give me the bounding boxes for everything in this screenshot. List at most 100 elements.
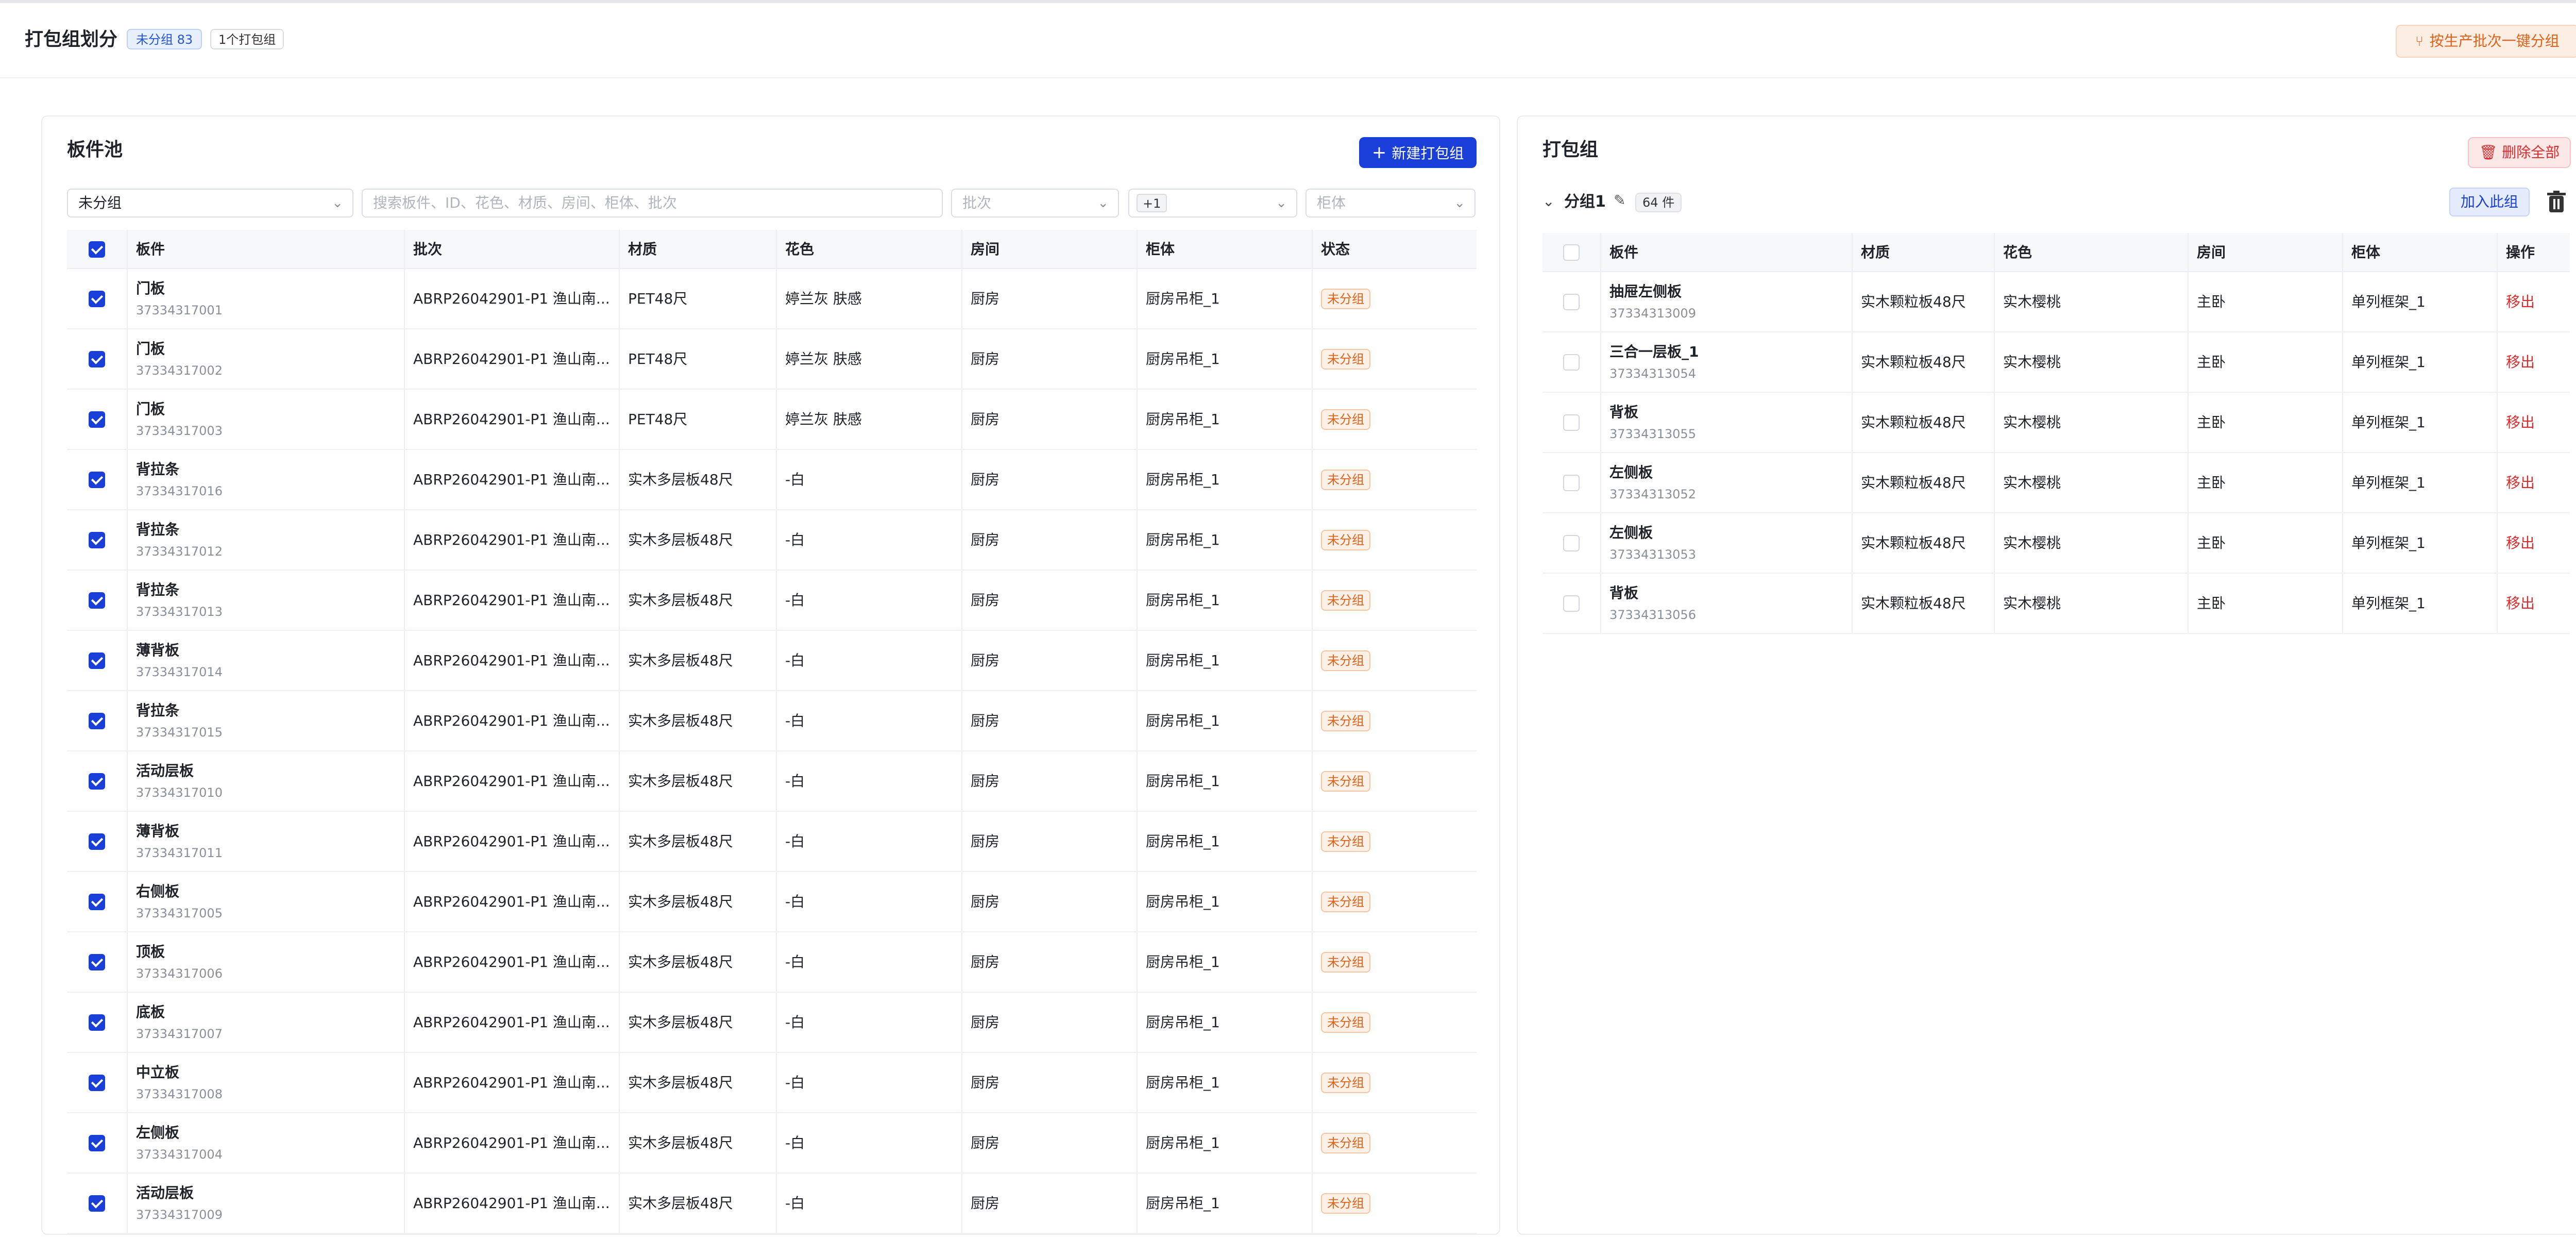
table-row[interactable]: 左侧板 37334317004 ABRP26042901-P1 渔山南... 实木多层…: [67, 1113, 1477, 1174]
part-name: 底板: [136, 1003, 165, 1020]
trash-icon[interactable]: [2546, 191, 2567, 213]
table-cell-room: 厨房: [961, 631, 1137, 690]
table-row[interactable]: 左侧板 37334313052 实木颗粒板48尺 实木樱桃 主卧 单列框架_1 移出: [1543, 453, 2570, 513]
table-cell-action: 移出: [2497, 574, 2570, 633]
row-checkbox[interactable]: [1563, 595, 1580, 612]
chevron-down-icon[interactable]: ⌄: [1543, 193, 1554, 210]
remove-from-group-link[interactable]: 移出: [2506, 594, 2535, 613]
remove-from-group-link[interactable]: 移出: [2506, 534, 2535, 552]
auto-group-by-batch-button[interactable]: ⑂ 按生产批次一键分组: [2396, 25, 2576, 58]
part-room: 厨房: [971, 290, 1000, 307]
row-checkbox[interactable]: [89, 1135, 105, 1151]
remove-from-group-link[interactable]: 移出: [2506, 293, 2535, 311]
table-row[interactable]: 中立板 37334317008 ABRP26042901-P1 渔山南... 实木多层…: [67, 1053, 1477, 1113]
row-checkbox[interactable]: [89, 1195, 105, 1212]
table-cell-cabinet: 厨房吊柜_1: [1137, 812, 1312, 871]
select-all-checkbox[interactable]: [1563, 244, 1580, 261]
group-filter-select[interactable]: 未分组 ⌄: [67, 189, 353, 217]
table-row[interactable]: 左侧板 37334313053 实木颗粒板48尺 实木樱桃 主卧 单列框架_1 移出: [1543, 513, 2570, 574]
table-cell-color: 实木樱桃: [1994, 453, 2188, 512]
group-count-badge: 1个打包组: [210, 29, 284, 49]
table-cell-cabinet: 厨房吊柜_1: [1137, 1053, 1312, 1112]
part-cabinet: 厨房吊柜_1: [1146, 1195, 1220, 1212]
status-badge: 未分组: [1321, 711, 1370, 731]
delete-all-button[interactable]: 🗑 删除全部: [2468, 137, 2571, 168]
table-row[interactable]: 背拉条 37334317013 ABRP26042901-P1 渔山南... 实木多层…: [67, 571, 1477, 631]
table-cell-status: 未分组: [1312, 993, 1477, 1052]
row-checkbox[interactable]: [1563, 535, 1580, 551]
table-cell-color: 实木樱桃: [1994, 513, 2188, 573]
dialog-header: 打包组划分 未分组 83 1个打包组 ⑂按生产批次一键分组 ✕: [0, 3, 2576, 78]
remove-from-group-link[interactable]: 移出: [2506, 413, 2535, 432]
part-id: 37334313056: [1609, 608, 1696, 622]
part-room: 厨房: [971, 953, 1000, 970]
table-row[interactable]: 背板 37334313056 实木颗粒板48尺 实木樱桃 主卧 单列框架_1 移出: [1543, 574, 2570, 634]
table-row[interactable]: 背板 37334313055 实木颗粒板48尺 实木樱桃 主卧 单列框架_1 移出: [1543, 393, 2570, 453]
table-row[interactable]: 抽屉左侧板 37334313009 实木颗粒板48尺 实木樱桃 主卧 单列框架_1 移出: [1543, 272, 2570, 332]
batch-filter-select[interactable]: 批次 ⌄: [951, 189, 1119, 217]
table-row[interactable]: 背拉条 37334317012 ABRP26042901-P1 渔山南... 实木多层…: [67, 510, 1477, 571]
part-cabinet: 单列框架_1: [2351, 293, 2426, 310]
row-checkbox[interactable]: [1563, 354, 1580, 371]
row-checkbox[interactable]: [89, 773, 105, 790]
table-row[interactable]: 门板 37334317002 ABRP26042901-P1 渔山南... PET48…: [67, 329, 1477, 390]
batch-placeholder: 批次: [962, 194, 992, 211]
part-id: 37334317012: [136, 544, 223, 559]
row-checkbox[interactable]: [89, 954, 105, 970]
row-checkbox[interactable]: [89, 652, 105, 669]
row-checkbox[interactable]: [1563, 294, 1580, 310]
table-row[interactable]: 背拉条 37334317016 ABRP26042901-P1 渔山南... 实木多层…: [67, 450, 1477, 510]
table-row[interactable]: 薄背板 37334317014 ABRP26042901-P1 渔山南... 实木多层…: [67, 631, 1477, 691]
remove-from-group-link[interactable]: 移出: [2506, 353, 2535, 372]
row-checkbox[interactable]: [89, 472, 105, 488]
row-checkbox[interactable]: [89, 351, 105, 367]
table-cell-material: 实木多层板48尺: [619, 1053, 776, 1112]
part-name: 左侧板: [1609, 464, 1653, 481]
table-cell-material: PET48尺: [619, 329, 776, 389]
table-cell-cabinet: 厨房吊柜_1: [1137, 932, 1312, 992]
table-row[interactable]: 三合一层板_1 37334313054 实木颗粒板48尺 实木樱桃 主卧 单列框架_1 移出: [1543, 332, 2570, 393]
row-checkbox[interactable]: [89, 894, 105, 910]
row-checkbox[interactable]: [1563, 475, 1580, 491]
cabinet-filter-select[interactable]: 柜体 ⌄: [1306, 189, 1476, 217]
part-id: 37334313009: [1609, 306, 1696, 321]
row-checkbox[interactable]: [89, 1075, 105, 1091]
search-input[interactable]: 搜索板件、ID、花色、材质、房间、柜体、批次: [362, 189, 943, 217]
table-row[interactable]: 门板 37334317003 ABRP26042901-P1 渔山南... PET48…: [67, 390, 1477, 450]
new-group-button[interactable]: + 新建打包组: [1359, 137, 1477, 168]
part-material: 实木多层板48尺: [628, 1014, 733, 1031]
table-row[interactable]: 顶板 37334317006 ABRP26042901-P1 渔山南... 实木多层板…: [67, 932, 1477, 993]
part-batch: ABRP26042901-P1 渔山南...: [413, 1195, 610, 1212]
part-name: 薄背板: [136, 642, 180, 659]
row-checkbox[interactable]: [89, 833, 105, 850]
table-cell-action: 移出: [2497, 332, 2570, 392]
table-row[interactable]: 薄背板 37334317011 ABRP26042901-P1 渔山南... 实木多层…: [67, 812, 1477, 872]
edit-icon[interactable]: ✎: [1614, 192, 1625, 209]
cabinet-placeholder: 柜体: [1317, 194, 1346, 211]
table-row[interactable]: 活动层板 37334317009 ABRP26042901-P1 渔山南... 实木多…: [67, 1174, 1477, 1234]
table-cell-name: 活动层板 37334317009: [127, 1174, 404, 1233]
table-row[interactable]: 门板 37334317001 ABRP26042901-P1 渔山南... PET48…: [67, 269, 1477, 329]
group-filter-value: 未分组: [78, 194, 122, 211]
table-row[interactable]: 背拉条 37334317015 ABRP26042901-P1 渔山南... 实木多层…: [67, 691, 1477, 751]
split-icon: ⑂: [2415, 34, 2424, 49]
table-row[interactable]: 右侧板 37334317005 ABRP26042901-P1 渔山南... 实木多层…: [67, 872, 1477, 932]
table-cell-batch: ABRP26042901-P1 渔山南...: [404, 932, 619, 992]
select-all-checkbox[interactable]: [89, 241, 105, 258]
row-checkbox[interactable]: [89, 411, 105, 428]
row-checkbox[interactable]: [89, 713, 105, 729]
table-cell-cabinet: 单列框架_1: [2342, 393, 2497, 452]
room-filter-select[interactable]: +1 ⌄: [1128, 189, 1297, 217]
row-checkbox[interactable]: [89, 532, 105, 548]
row-checkbox[interactable]: [1563, 414, 1580, 431]
join-group-button[interactable]: 加入此组: [2449, 188, 2530, 216]
table-row[interactable]: 活动层板 37334317010 ABRP26042901-P1 渔山南... 实木多…: [67, 751, 1477, 812]
row-checkbox[interactable]: [89, 291, 105, 307]
table-row[interactable]: 底板 37334317007 ABRP26042901-P1 渔山南... 实木多层板…: [67, 993, 1477, 1053]
table-cell-name: 左侧板 37334313052: [1600, 453, 1852, 512]
row-checkbox[interactable]: [89, 592, 105, 609]
remove-from-group-link[interactable]: 移出: [2506, 474, 2535, 492]
table-cell-room: 厨房: [961, 269, 1137, 328]
row-checkbox[interactable]: [89, 1014, 105, 1031]
part-cabinet: 厨房吊柜_1: [1146, 1134, 1220, 1151]
